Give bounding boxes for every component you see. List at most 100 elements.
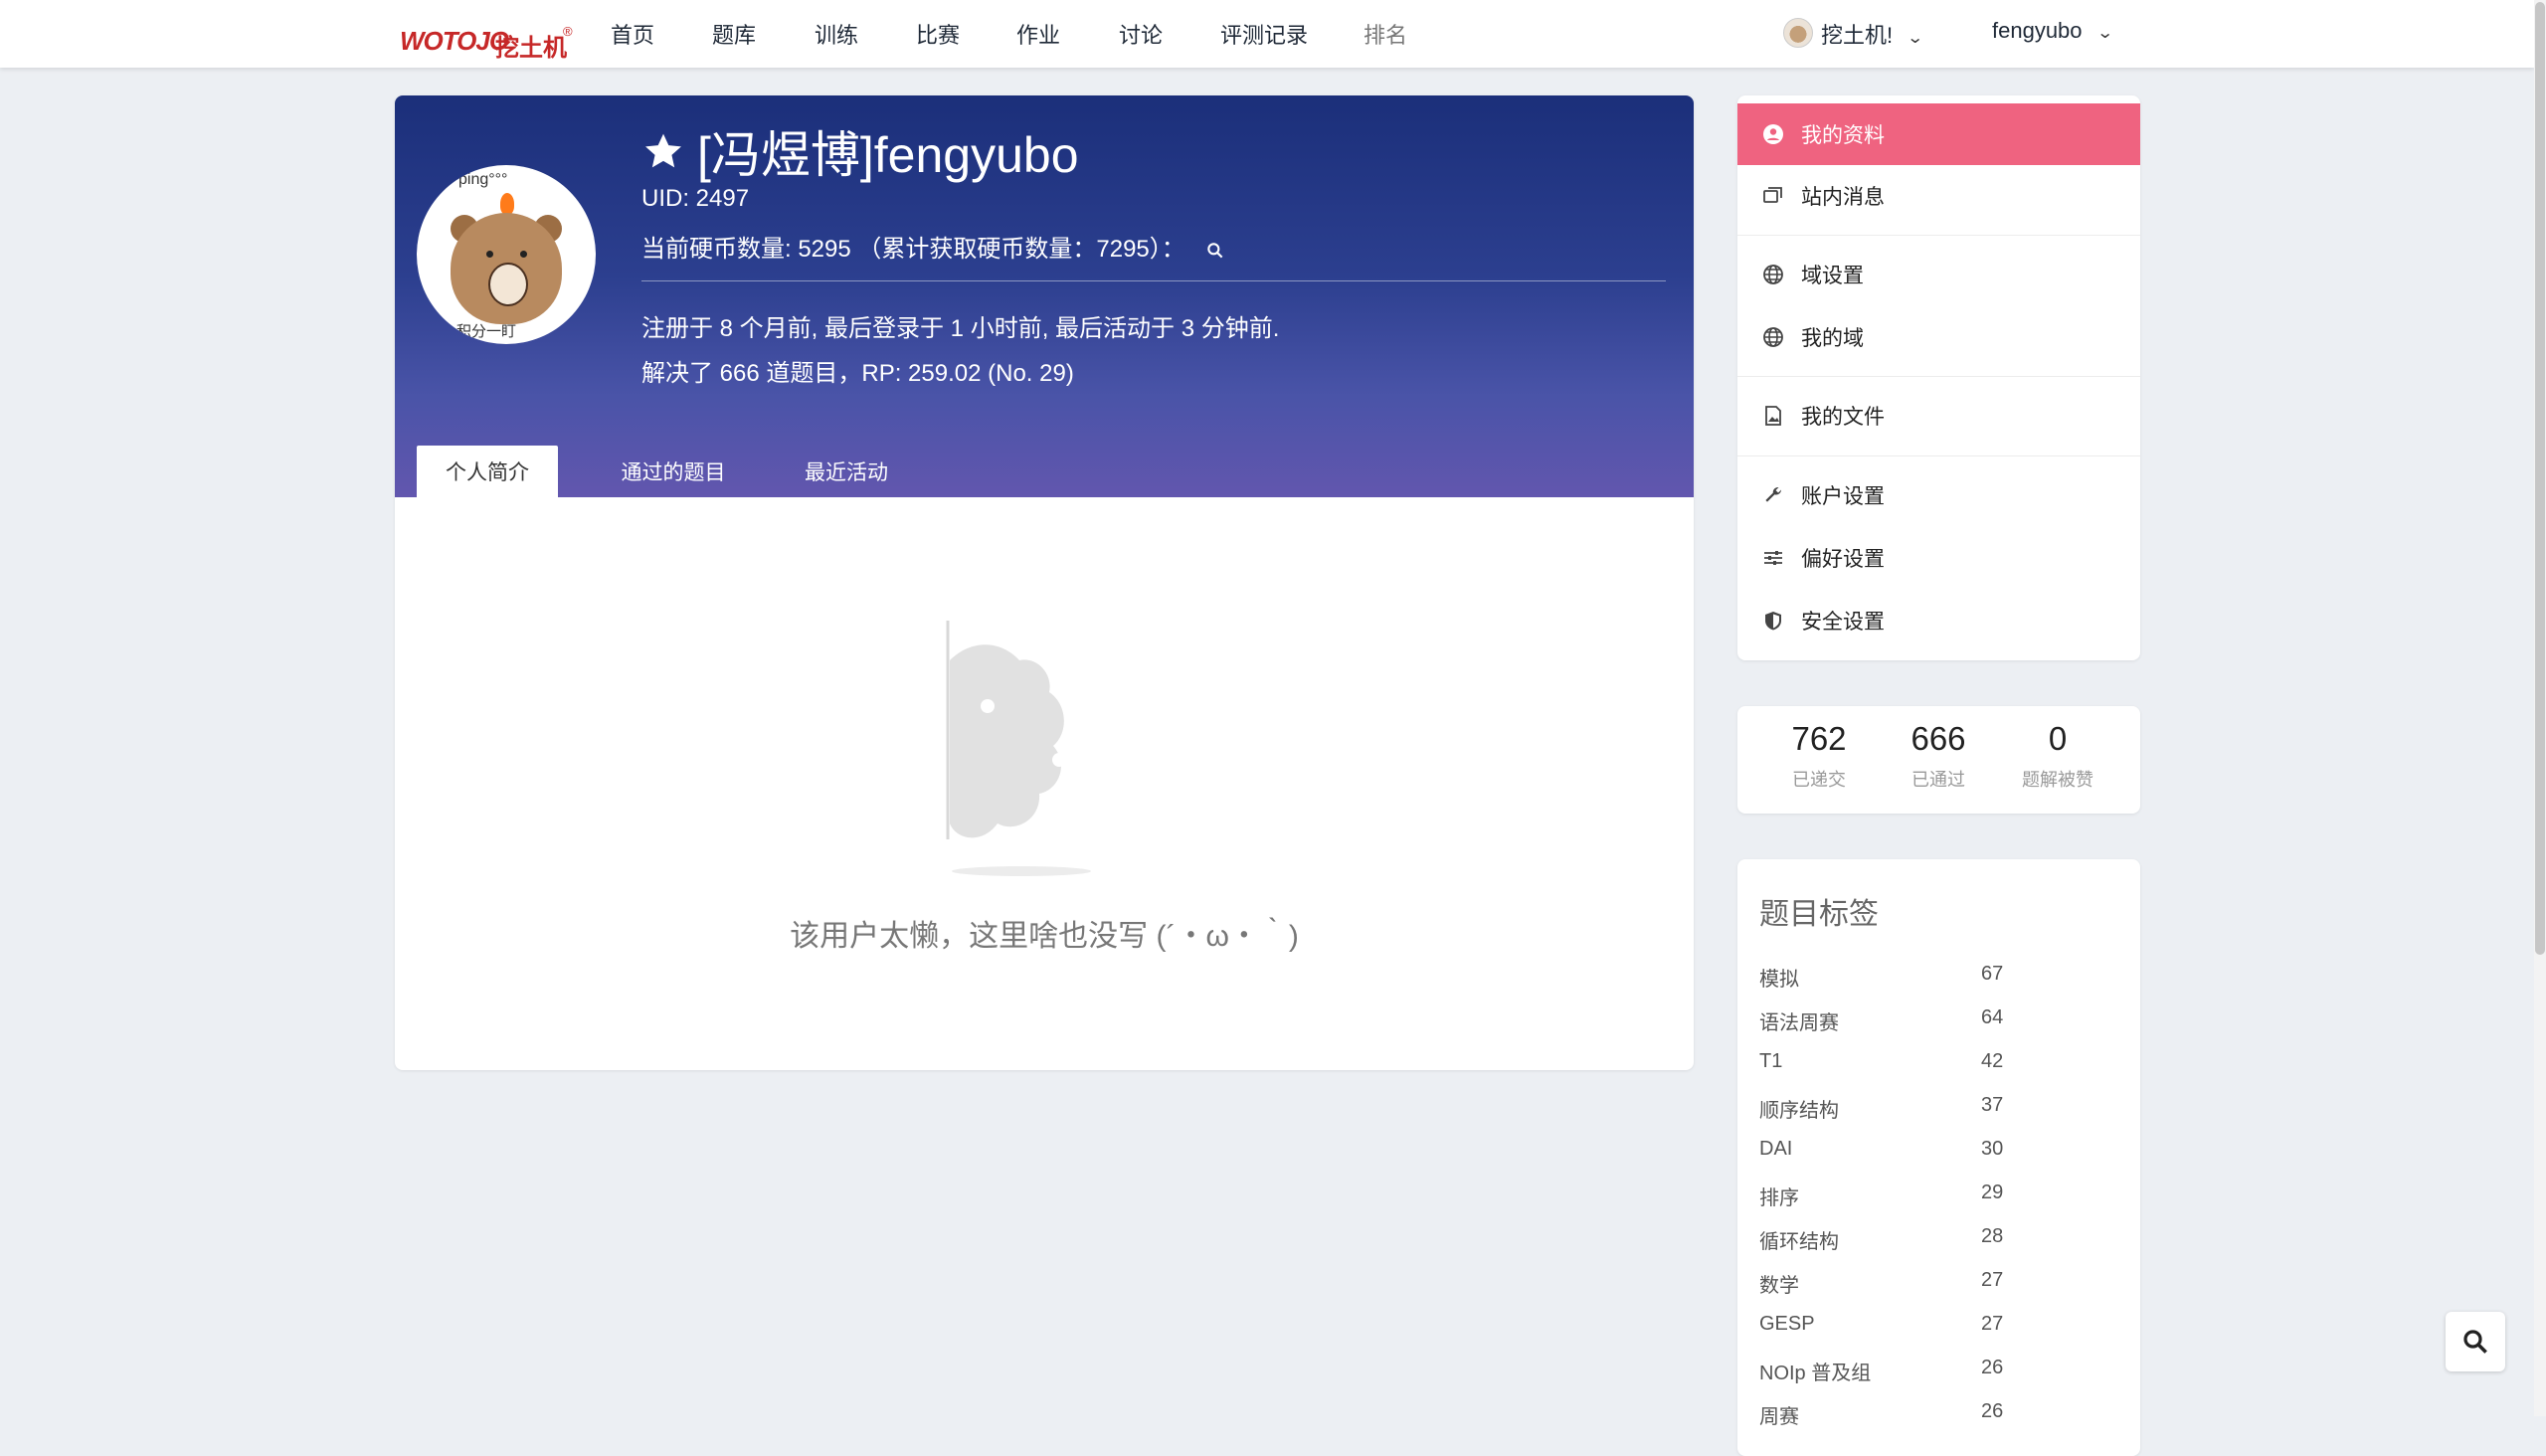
menu-divider	[1737, 455, 2140, 456]
nav-item-contests[interactable]: 比赛	[916, 18, 960, 50]
nav-item-homework[interactable]: 作业	[1016, 18, 1060, 50]
bear-face	[488, 263, 528, 306]
site-logo[interactable]: WOTOJO 挖土机 ®	[400, 8, 579, 62]
logo-text-en: WOTOJO	[400, 26, 509, 56]
search-icon[interactable]	[1205, 241, 1225, 261]
floating-search-button[interactable]	[2446, 1312, 2505, 1371]
tag-count: 42	[1981, 1050, 2004, 1072]
stat-label: 已递交	[1792, 770, 1846, 790]
tag-name: 排序	[1759, 1187, 1799, 1209]
tag-count: 27	[1981, 1269, 2004, 1291]
logo-text-cn: 挖土机	[495, 35, 567, 62]
user-menu[interactable]: fengyubo ⌄	[1992, 18, 2114, 44]
sidebar-item-label: 站内消息	[1801, 186, 1885, 209]
profile-name-line: [冯煜博]fengyubo	[641, 115, 1079, 187]
tag-count: 64	[1981, 1006, 2004, 1028]
user-circle-icon	[1763, 124, 1783, 144]
username-label: fengyubo	[1992, 18, 2083, 43]
wrench-icon	[1765, 486, 1781, 502]
top-nav: WOTOJO 挖土机 ® 首页 题库 训练 比赛 作业 讨论 评测记录 排名 挖…	[0, 0, 2534, 68]
chevron-down-icon: ⌄	[1907, 30, 1924, 47]
tag-count: 28	[1981, 1225, 2004, 1247]
tag-name: 周赛	[1759, 1406, 1799, 1428]
tags-title: 题目标签	[1759, 898, 1879, 931]
search-icon	[2463, 1330, 2487, 1354]
sidebar-menu: 我的资料 站内消息 域设置 我的域 我的文件 账户设置 偏好设置 安全设置	[1737, 95, 2140, 660]
nav-item-ranking[interactable]: 排名	[1364, 18, 1407, 50]
tag-name: 循环结构	[1759, 1231, 1839, 1253]
coins-text: 当前硬币数量: 5295 （累计获取硬币数量：7295）：	[641, 236, 1185, 263]
sidebar-item-label: 安全设置	[1801, 611, 1885, 634]
problem-tags-card: 题目标签 模拟 67 语法周赛 64 T1 42 顺序结构 37 DAI 30 …	[1737, 859, 2140, 1456]
stat-solution-likes: 0 题解被赞	[1998, 720, 2117, 792]
header-divider	[641, 280, 1666, 281]
tab-bio[interactable]: 个人简介	[417, 446, 558, 497]
tab-recent-activity[interactable]: 最近活动	[773, 446, 920, 497]
sidebar-item-label: 我的文件	[1801, 406, 1885, 429]
empty-state-text: 该用户太懒，这里啥也没写 (´・ω・｀)	[790, 920, 1299, 953]
sidebar-item-label: 账户设置	[1801, 485, 1885, 508]
file-image-icon	[1765, 406, 1781, 426]
stat-label: 题解被赞	[2022, 770, 2093, 790]
profile-avatar: ping°°° 积分一盯	[417, 165, 596, 344]
tag-name: DAI	[1759, 1138, 1793, 1160]
page-scrollbar-thumb[interactable]	[2535, 2, 2545, 955]
tag-count: 26	[1981, 1400, 2004, 1422]
tag-name: GESP	[1759, 1313, 1815, 1335]
flame-icon	[500, 193, 514, 215]
chevron-down-icon: ⌄	[2095, 25, 2114, 42]
sidebar-item-label: 偏好设置	[1801, 548, 1885, 571]
profile-solved: 解决了 666 道题目，RP: 259.02 (No. 29)	[641, 360, 1074, 387]
globe-icon	[1763, 265, 1783, 284]
nav-item-training[interactable]: 训练	[815, 18, 858, 50]
avatar-caption-bottom: 积分一盯	[456, 323, 517, 340]
nav-item-discussion[interactable]: 讨论	[1119, 18, 1163, 50]
menu-divider	[1737, 376, 2140, 377]
nav-item-home[interactable]: 首页	[611, 18, 654, 50]
stat-value: 666	[1910, 720, 1966, 757]
sidebar-item-my-profile[interactable]: 我的资料	[1737, 103, 2140, 165]
tag-name: 顺序结构	[1759, 1100, 1839, 1122]
stat-accepted: 666 已通过	[1879, 720, 1998, 792]
tag-count: 37	[1981, 1094, 2004, 1116]
tag-count: 27	[1981, 1313, 2004, 1335]
star-icon[interactable]	[641, 129, 685, 173]
stat-label: 已通过	[1911, 770, 1965, 790]
tag-name: 数学	[1759, 1275, 1799, 1297]
sidebar-item-my-files[interactable]: 我的文件	[1737, 385, 2140, 447]
stat-value: 0	[2048, 720, 2068, 757]
sidebar-item-label: 我的资料	[1801, 124, 1885, 147]
tab-solved-problems[interactable]: 通过的题目	[590, 446, 757, 497]
sidebar-item-my-domains[interactable]: 我的域	[1737, 306, 2140, 368]
user-stats-card: 762 已递交 666 已通过 0 题解被赞	[1737, 706, 2140, 814]
tag-count: 30	[1981, 1138, 2004, 1160]
sidebar-item-domain-settings[interactable]: 域设置	[1737, 244, 2140, 305]
domain-label: 挖土机!	[1821, 23, 1894, 48]
sidebar-item-label: 我的域	[1801, 327, 1864, 350]
domain-avatar	[1783, 18, 1813, 48]
nav-item-problems[interactable]: 题库	[712, 18, 756, 50]
nav-item-records[interactable]: 评测记录	[1220, 18, 1308, 50]
tag-name: T1	[1759, 1050, 1783, 1072]
menu-divider	[1737, 235, 2140, 236]
sidebar-item-security-settings[interactable]: 安全设置	[1737, 590, 2140, 651]
tag-name: 模拟	[1759, 969, 1799, 991]
profile-coins: 当前硬币数量: 5295 （累计获取硬币数量：7295）：	[641, 229, 1225, 264]
profile-uid: UID: 2497	[641, 185, 750, 212]
avatar-caption-top: ping°°°	[458, 171, 508, 188]
bear-eye-right	[520, 251, 527, 258]
shield-icon	[1765, 612, 1781, 631]
globe-icon	[1763, 327, 1783, 347]
tag-count: 26	[1981, 1357, 2004, 1378]
sidebar-item-label: 域设置	[1801, 265, 1864, 287]
sidebar-item-preferences[interactable]: 偏好设置	[1737, 527, 2140, 589]
tag-count: 29	[1981, 1182, 2004, 1203]
messages-icon	[1763, 187, 1782, 203]
domain-switcher[interactable]: 挖土机! ⌄	[1821, 18, 1924, 50]
tag-count: 67	[1981, 963, 2004, 985]
sidebar-item-messages[interactable]: 站内消息	[1737, 165, 2140, 227]
tag-name: 语法周赛	[1759, 1012, 1839, 1034]
empty-state-illustration	[946, 621, 1091, 876]
sidebar-item-account-settings[interactable]: 账户设置	[1737, 464, 2140, 526]
profile-banner: ping°°° 积分一盯 [冯煜博]fengyubo UID: 2497 当前硬…	[395, 95, 1694, 497]
